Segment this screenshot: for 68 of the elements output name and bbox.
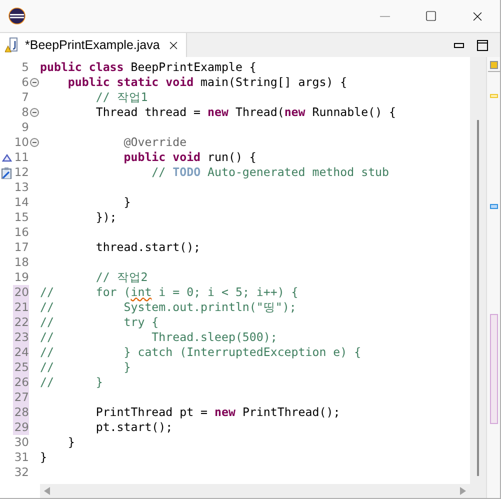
line-number: 26	[13, 375, 29, 390]
line-number: 28	[13, 405, 29, 420]
line-number: 27	[13, 390, 29, 405]
line-number: 5	[20, 60, 29, 75]
code-line: public void run() {	[122, 150, 256, 165]
warning-summary-icon	[490, 61, 498, 69]
line-number: 17	[13, 240, 29, 255]
code-line: // } catch (InterruptedException e) {	[40, 345, 362, 360]
code-line: // Thread.sleep(500);	[40, 330, 278, 345]
line-number: 32	[13, 465, 29, 480]
line-number: 30	[13, 435, 29, 450]
line-number: 11	[13, 150, 29, 165]
line-number: 16	[13, 225, 29, 240]
minimize-view-icon[interactable]	[454, 43, 464, 48]
vertical-scrollbar[interactable]	[470, 57, 486, 498]
line-number: 19	[13, 270, 29, 285]
editor-tab[interactable]: *BeepPrintExample.java	[0, 33, 187, 57]
collapse-icon[interactable]	[30, 138, 39, 147]
collapse-icon[interactable]	[30, 108, 39, 117]
line-number: 21	[13, 300, 29, 315]
scrollbar-thumb[interactable]	[477, 120, 479, 476]
maximize-view-icon[interactable]	[477, 40, 488, 51]
code-line: PrintThread pt = new PrintThread();	[94, 405, 340, 420]
collapse-icon[interactable]	[30, 78, 39, 87]
line-number: 6	[20, 75, 29, 90]
code-line: // 작업1	[94, 90, 148, 105]
code-line: // try {	[40, 315, 159, 330]
line-number: 14	[13, 195, 29, 210]
code-line: // for (int i = 0; i < 5; i++) {	[40, 285, 298, 300]
override-triangle-icon	[2, 154, 12, 162]
line-number: 18	[13, 255, 29, 270]
scroll-left-icon[interactable]	[44, 487, 51, 495]
task-clipboard-icon	[1, 166, 12, 178]
code-line: thread.start();	[94, 240, 201, 255]
code-line: @Override	[122, 135, 187, 150]
horizontal-scrollbar[interactable]	[40, 484, 470, 498]
line-number: 9	[20, 120, 29, 135]
code-line: }	[66, 435, 75, 450]
code-line: // System.out.println("띵");	[40, 300, 296, 315]
code-line: public class BeepPrintExample {	[40, 60, 256, 75]
code-line: pt.start();	[94, 420, 173, 435]
code-line: // }	[40, 375, 103, 390]
code-line: });	[94, 210, 117, 225]
line-number: 23	[13, 330, 29, 345]
line-number: 22	[13, 315, 29, 330]
maximize-icon	[425, 10, 437, 22]
line-number: 12	[13, 165, 29, 180]
code-line: }	[122, 195, 131, 210]
code-line: // 작업2	[94, 270, 148, 285]
line-number: 8	[20, 105, 29, 120]
task-marker	[490, 204, 498, 209]
warning-marker	[490, 94, 498, 98]
code-line: // TODO Auto-generated method stub	[150, 165, 390, 180]
line-number: 31	[13, 450, 29, 465]
eclipse-logo-icon	[8, 7, 26, 25]
code-line: public static void main(String[] args) {	[66, 75, 348, 90]
line-number: 25	[13, 360, 29, 375]
code-line: }	[40, 450, 47, 465]
scroll-right-icon[interactable]	[459, 487, 466, 495]
code-line: // }	[40, 360, 131, 375]
line-number: 7	[20, 90, 29, 105]
line-number: 29	[13, 420, 29, 435]
line-number: 20	[13, 285, 29, 300]
line-number: 10	[13, 135, 29, 150]
line-number: 24	[13, 345, 29, 360]
code-line: Thread thread = new Thread(new Runnable() {	[94, 105, 396, 120]
line-number: 13	[13, 180, 29, 195]
line-number: 15	[13, 210, 29, 225]
